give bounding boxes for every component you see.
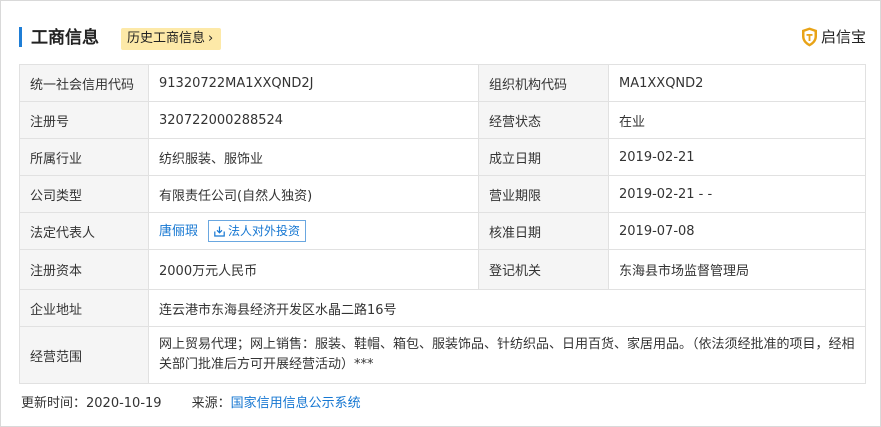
industry-value: 纺织服装、服饰业 xyxy=(148,138,479,176)
rep-investment-label: 法人对外投资 xyxy=(228,224,301,239)
source-label: 来源： xyxy=(191,396,231,411)
table-row: 公司类型 有限责任公司(自然人独资) 营业期限 2019-02-21 - - xyxy=(19,175,866,213)
business-info-table: 统一社会信用代码 91320722MA1XXQND2J 组织机构代码 MA1XX… xyxy=(19,64,866,384)
credit-code-value: 91320722MA1XXQND2J xyxy=(148,64,479,102)
authority-value: 东海县市场监督管理局 xyxy=(608,249,866,290)
download-tray-icon xyxy=(214,223,225,243)
scope-value-cell: 网上贸易代理；网上销售：服装、鞋帽、箱包、服装饰品、针纺织品、日用百货、家居用品… xyxy=(148,326,866,384)
chevron-right-icon: › xyxy=(208,31,214,46)
brand-name: 启信宝 xyxy=(820,28,866,46)
authority-label: 登记机关 xyxy=(478,249,609,290)
table-row: 所属行业 纺织服装、服饰业 成立日期 2019-02-21 xyxy=(19,138,866,176)
table-row: 统一社会信用代码 91320722MA1XXQND2J 组织机构代码 MA1XX… xyxy=(19,64,866,102)
org-code-value: MA1XXQND2 xyxy=(608,64,866,102)
business-info-panel: 工商信息 历史工商信息 › 启信宝 统一社会信用代码 91320722MA1XXQ… xyxy=(0,0,881,427)
address-label: 企业地址 xyxy=(19,289,149,327)
updated-label: 更新时间： xyxy=(21,396,87,411)
title-accent-bar xyxy=(19,27,22,47)
company-type-label: 公司类型 xyxy=(19,175,149,213)
industry-label: 所属行业 xyxy=(19,138,149,176)
history-info-button[interactable]: 历史工商信息 › xyxy=(121,28,222,50)
legal-rep-link[interactable]: 唐俪瑕 xyxy=(159,224,198,239)
legal-rep-label: 法定代表人 xyxy=(19,212,149,250)
panel-header: 工商信息 历史工商信息 › 启信宝 xyxy=(19,25,866,51)
scope-label: 经营范围 xyxy=(19,326,149,384)
legal-rep-cell: 唐俪瑕 法人对外投资 xyxy=(148,212,479,250)
term-label: 营业期限 xyxy=(478,175,609,213)
capital-value: 2000万元人民币 xyxy=(148,249,479,290)
table-row: 注册资本 2000万元人民币 登记机关 东海县市场监督管理局 xyxy=(19,249,866,290)
capital-label: 注册资本 xyxy=(19,249,149,290)
panel-title: 工商信息 xyxy=(31,28,99,48)
table-row: 注册号 320722000288524 经营状态 在业 xyxy=(19,101,866,139)
scope-value: 网上贸易代理；网上销售：服装、鞋帽、箱包、服装饰品、针纺织品、日用百货、家居用品… xyxy=(159,337,855,372)
status-label: 经营状态 xyxy=(478,101,609,139)
rep-investment-button[interactable]: 法人对外投资 xyxy=(208,220,307,243)
approved-label: 核准日期 xyxy=(478,212,609,250)
status-value: 在业 xyxy=(608,101,866,139)
table-row: 法定代表人 唐俪瑕 法人对外投资 核准日期 2019-07-08 xyxy=(19,212,866,250)
reg-no-value: 320722000288524 xyxy=(148,101,479,139)
table-row: 经营范围 网上贸易代理；网上销售：服装、鞋帽、箱包、服装饰品、针纺织品、日用百货… xyxy=(19,326,866,384)
reg-no-label: 注册号 xyxy=(19,101,149,139)
credit-code-label: 统一社会信用代码 xyxy=(19,64,149,102)
org-code-label: 组织机构代码 xyxy=(478,64,609,102)
approved-value: 2019-07-08 xyxy=(608,212,866,250)
founded-label: 成立日期 xyxy=(478,138,609,176)
address-value: 连云港市东海县经济开发区水晶二路16号 xyxy=(148,289,866,327)
founded-value: 2019-02-21 xyxy=(608,138,866,176)
shield-logo-icon xyxy=(801,27,817,47)
info-footer: 更新时间：2020-10-19 来源：国家信用信息公示系统 xyxy=(21,395,361,413)
source-link[interactable]: 国家信用信息公示系统 xyxy=(231,396,361,411)
brand-logo[interactable]: 启信宝 xyxy=(801,25,866,49)
term-value: 2019-02-21 - - xyxy=(608,175,866,213)
table-row: 企业地址 连云港市东海县经济开发区水晶二路16号 xyxy=(19,289,866,327)
history-button-label: 历史工商信息 xyxy=(127,31,206,46)
company-type-value: 有限责任公司(自然人独资) xyxy=(148,175,479,213)
updated-value: 2020-10-19 xyxy=(86,396,162,411)
